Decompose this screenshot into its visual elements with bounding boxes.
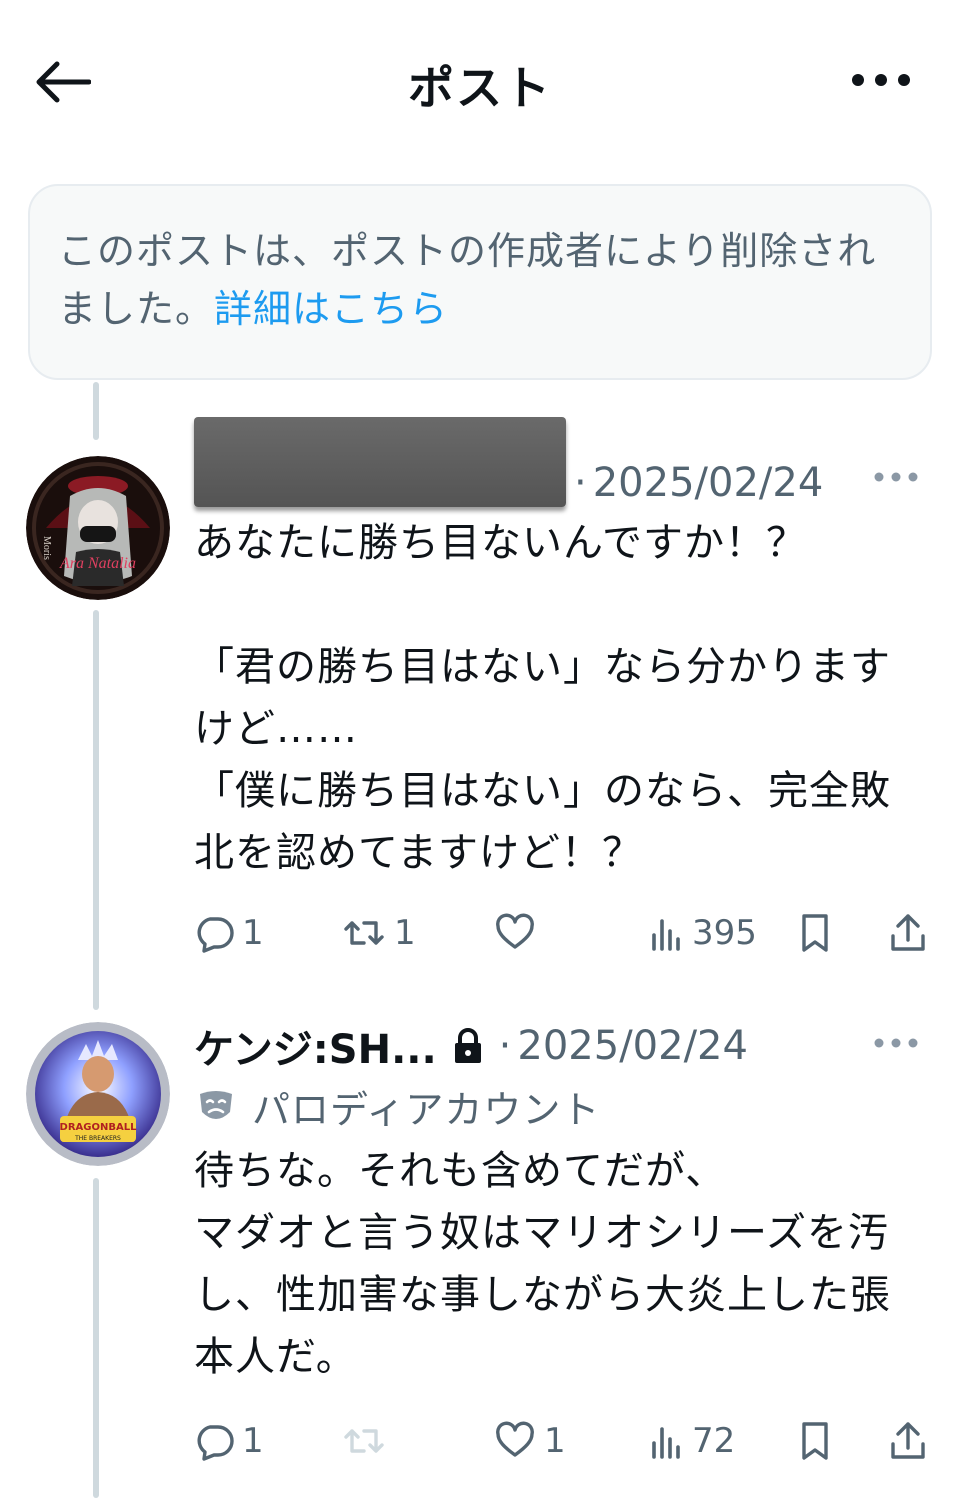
repost-button[interactable] (342, 1416, 394, 1466)
like-icon (496, 1421, 534, 1457)
learn-more-link[interactable]: 詳細はこちら (214, 287, 448, 331)
lock-icon (451, 1026, 485, 1066)
reply-count: 1 (242, 1421, 264, 1461)
post-actions: 1 1 395 (194, 908, 934, 958)
views-count: 72 (692, 1421, 736, 1461)
redacted-author-name (194, 417, 566, 507)
svg-text:Moris: Moris (41, 536, 52, 560)
thread-line (93, 382, 99, 440)
thread-line (93, 1178, 99, 1498)
mask-icon (196, 1086, 236, 1126)
share-icon (891, 914, 925, 951)
reply-button[interactable]: 1 (194, 1416, 264, 1466)
reply-count: 1 (242, 913, 264, 953)
post-menu-button[interactable] (866, 1028, 926, 1058)
author-name[interactable]: ケンジ:SH... (194, 1017, 437, 1075)
post-header: · 2025/02/24 (194, 412, 823, 512)
post-menu-button[interactable] (866, 462, 926, 492)
post-body: 待ちな。それも含めてだが、 マダオと言う奴はマリオシリーズを汚し、性加害な事しな… (194, 1148, 891, 1380)
repost-count: 1 (394, 913, 416, 953)
svg-text:THE BREAKERS: THE BREAKERS (74, 1135, 121, 1142)
parody-label: パロディアカウント (196, 1078, 600, 1134)
views-count: 395 (692, 913, 757, 953)
reply-icon (197, 1425, 234, 1461)
like-button[interactable] (494, 908, 544, 958)
separator-dot: · (498, 1023, 512, 1069)
notice-text: このポストは、ポストの作成者により削除されました。 (58, 229, 877, 331)
bookmark-button[interactable] (798, 908, 832, 958)
svg-text:Ara Natalia: Ara Natalia (59, 555, 136, 572)
post-body: あなたに勝ち目ないんですか！？ 「君の勝ち目はない」なら分かりますけど…… 「僕… (194, 520, 891, 876)
separator-dot: · (574, 460, 587, 506)
like-button[interactable]: 1 (494, 1416, 566, 1466)
post-header: ケンジ:SH... · 2025/02/24 (194, 1016, 748, 1076)
share-button[interactable] (888, 1416, 928, 1466)
post-actions: 1 1 72 (194, 1416, 934, 1466)
views-icon (652, 1427, 680, 1459)
svg-text:DRAGONBALL: DRAGONBALL (60, 1122, 138, 1133)
bookmark-icon (802, 914, 828, 952)
views-button[interactable]: 395 (650, 908, 757, 958)
parody-badge-text: パロディアカウント (252, 1087, 601, 1132)
bookmark-icon (802, 1422, 828, 1460)
views-button[interactable]: 72 (650, 1416, 735, 1466)
more-icon (874, 472, 918, 482)
avatar[interactable]: DRAGONBALL THE BREAKERS (26, 1022, 170, 1166)
more-icon (874, 1038, 918, 1048)
avatar[interactable]: Moris Ara Natalia (26, 456, 170, 600)
like-count: 1 (544, 1421, 566, 1461)
bookmark-button[interactable] (798, 1416, 832, 1466)
post-date[interactable]: 2025/02/24 (517, 1023, 748, 1069)
page-title: ポスト (408, 61, 552, 115)
more-button[interactable] (846, 60, 916, 100)
like-icon (496, 913, 534, 949)
reply-button[interactable]: 1 (194, 908, 264, 958)
share-icon (891, 1422, 925, 1459)
repost-icon (344, 1429, 384, 1453)
post-date[interactable]: 2025/02/24 (593, 460, 824, 506)
views-icon (652, 919, 680, 951)
repost-icon (344, 921, 384, 945)
share-button[interactable] (888, 908, 928, 958)
reply-icon (197, 917, 234, 953)
top-bar: ポスト (0, 0, 960, 160)
deleted-post-notice: このポストは、ポストの作成者により削除されました。詳細はこちら (28, 184, 932, 380)
more-icon (852, 74, 910, 86)
repost-button[interactable]: 1 (342, 908, 416, 958)
thread-line (93, 610, 99, 1010)
